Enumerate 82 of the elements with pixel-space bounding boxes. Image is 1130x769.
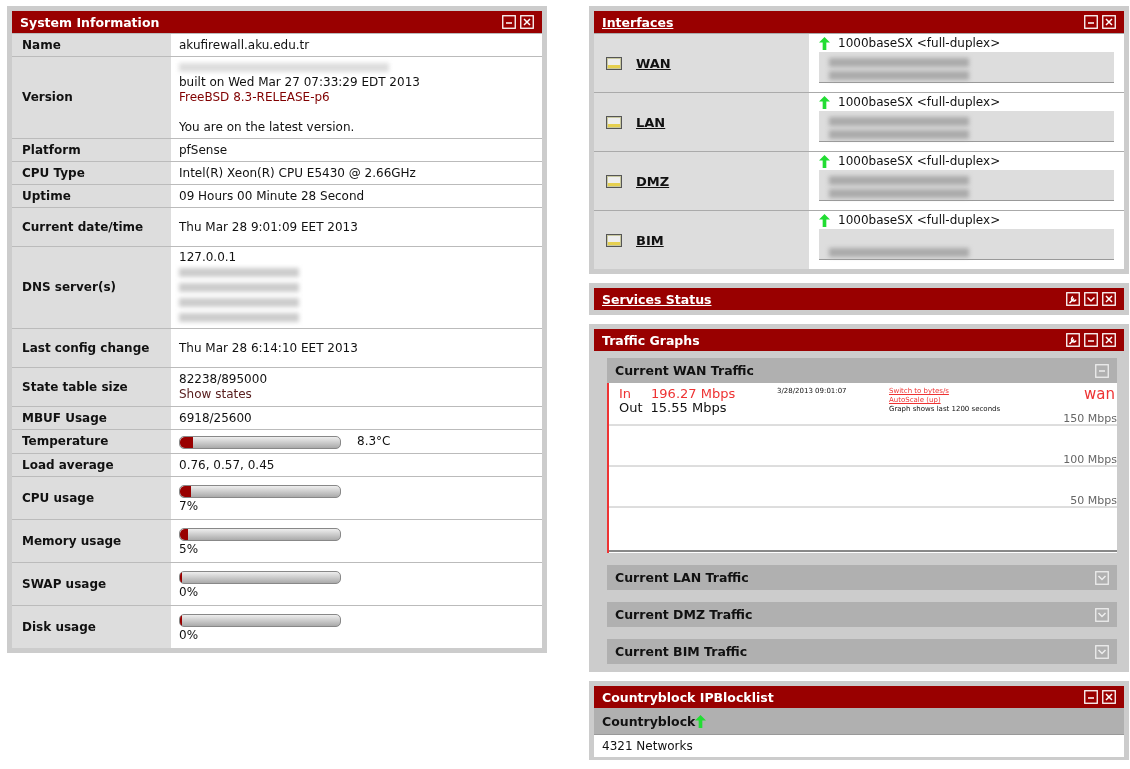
value-text: pfSense <box>179 142 229 158</box>
section-title: Current WAN Traffic <box>615 363 755 378</box>
section-title: Current DMZ Traffic <box>615 607 754 622</box>
meter-reading: 0% <box>179 628 200 643</box>
media-text: 1000baseSX <full-duplex> <box>838 36 1001 50</box>
grid-label: 150 Mbps <box>1063 412 1117 425</box>
grid-label: 100 Mbps <box>1063 453 1117 466</box>
row-label: Load average <box>22 457 114 473</box>
row-label: Temperature <box>22 434 109 449</box>
value-text: FreeBSD 8.3-RELEASE-p6 <box>179 90 331 105</box>
close-icon[interactable] <box>1102 292 1116 306</box>
row-label: DNS server(s) <box>22 280 116 295</box>
out-rate: 15.55 Mbps <box>650 400 727 415</box>
row-label: Disk usage <box>22 619 96 635</box>
value-text: Thu Mar 28 9:01:09 EET 2013 <box>179 219 359 235</box>
panel-title-link[interactable]: Services Status <box>602 291 1062 307</box>
interface-link[interactable]: LAN <box>636 114 666 130</box>
network-port-icon <box>606 233 622 247</box>
grid-label: 50 Mbps <box>1070 494 1117 507</box>
row-label: Memory usage <box>22 533 122 549</box>
minimize-icon[interactable] <box>1084 15 1098 29</box>
row-label: Platform <box>22 142 81 158</box>
value-text: akufirewall.aku.edu.tr <box>179 37 311 53</box>
value-text: 4321 Networks <box>602 739 693 753</box>
value-text: 6918/25600 <box>179 410 253 426</box>
chevron-down-icon[interactable] <box>1084 292 1098 306</box>
media-text: 1000baseSX <full-duplex> <box>838 154 1001 168</box>
meter-reading: 5% <box>179 542 200 557</box>
interface-link[interactable]: BIM <box>636 232 664 248</box>
value-text: 09 Hours 00 Minute 28 Second <box>179 188 366 204</box>
section-title: Current BIM Traffic <box>615 644 749 659</box>
minimize-icon[interactable] <box>1084 333 1098 347</box>
section-title: Current LAN Traffic <box>615 570 750 585</box>
close-icon[interactable] <box>1102 15 1116 29</box>
panel-title: Countryblock IPBlocklist <box>602 689 775 705</box>
meter-reading: 0% <box>179 585 200 600</box>
panel-title-link[interactable]: Interfaces <box>602 14 1080 30</box>
section-header[interactable]: Current LAN Traffic <box>607 565 1117 590</box>
wrench-icon[interactable] <box>1066 333 1080 347</box>
meter-reading: 7% <box>179 499 200 514</box>
row-label: CPU Type <box>22 165 85 181</box>
section-header[interactable]: Current DMZ Traffic <box>607 602 1117 627</box>
interface-link[interactable]: WAN <box>636 55 671 71</box>
row-label: Version <box>22 90 73 105</box>
row-label: Uptime <box>22 188 71 204</box>
value-text: 0.76, 0.57, 0.45 <box>179 457 276 473</box>
section-title: Countryblock <box>602 713 696 729</box>
show-states-link[interactable]: Show states <box>179 387 534 402</box>
row-label: MBUF Usage <box>22 410 107 426</box>
meter-reading: 8.3°C <box>357 434 391 449</box>
value-text: Thu Mar 28 6:14:10 EET 2013 <box>179 340 359 356</box>
row-label: CPU usage <box>22 490 95 506</box>
panel-title: System Information <box>20 14 161 30</box>
section-header[interactable]: Current WAN Traffic <box>607 358 1117 383</box>
minimize-icon[interactable] <box>1084 690 1098 704</box>
value-text: You are on the latest version. <box>179 120 356 135</box>
row-label: Current date/time <box>22 219 144 235</box>
interface-link[interactable]: DMZ <box>636 173 670 189</box>
close-icon[interactable] <box>1102 333 1116 347</box>
row-label: SWAP usage <box>22 576 107 592</box>
row-label: Last config change <box>22 340 150 356</box>
network-port-icon <box>606 115 622 129</box>
close-icon[interactable] <box>1102 690 1116 704</box>
row-label: Name <box>22 37 61 53</box>
interface-name: wan <box>1084 385 1115 403</box>
value-text: Intel(R) Xeon(R) CPU E5430 @ 2.66GHz <box>179 165 417 181</box>
network-port-icon <box>606 56 622 70</box>
row-label: State table size <box>22 379 128 395</box>
minimize-icon[interactable] <box>502 15 516 29</box>
in-label: In <box>619 386 632 401</box>
media-text: 1000baseSX <full-duplex> <box>838 213 1001 227</box>
section-header[interactable]: Current BIM Traffic <box>607 639 1117 664</box>
close-icon[interactable] <box>520 15 534 29</box>
value-text: 82238/895000 <box>179 372 269 387</box>
value-text: built on Wed Mar 27 07:33:29 EDT 2013 <box>179 75 421 90</box>
panel-title: Traffic Graphs <box>602 332 701 348</box>
out-label: Out <box>619 400 643 415</box>
media-text: 1000baseSX <full-duplex> <box>838 95 1001 109</box>
network-port-icon <box>606 174 622 188</box>
wrench-icon[interactable] <box>1066 292 1080 306</box>
value-text: 127.0.0.1 <box>179 250 238 265</box>
in-rate: 196.27 Mbps <box>651 386 736 401</box>
